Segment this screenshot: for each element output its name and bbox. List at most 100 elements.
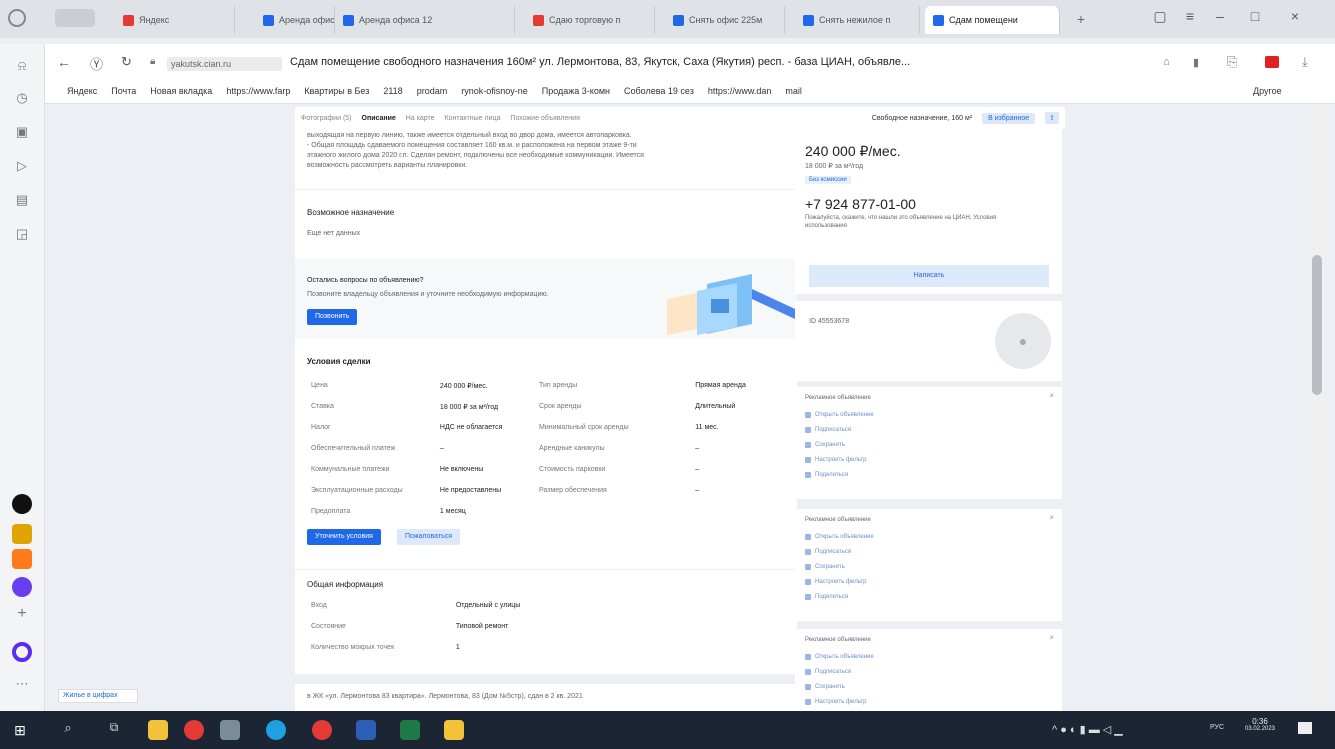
browser-tab[interactable]: Снять нежилое п (795, 6, 920, 34)
more-icon[interactable]: ⋯ (12, 674, 32, 694)
ad-menu-item[interactable]: Настроить фильтр (805, 576, 1052, 588)
yandex-browser-icon[interactable] (184, 720, 204, 740)
clock[interactable]: 0:36 03.02.2023 (1240, 717, 1280, 732)
data-badge[interactable]: Жилье в цифрах (58, 689, 138, 703)
call-button[interactable]: Позвонить (307, 309, 358, 325)
search-icon[interactable]: ⌕ (58, 720, 78, 740)
ad-menu-item[interactable]: Открыть объявление (805, 531, 1052, 543)
subnav-item[interactable]: Контактные лица (445, 115, 501, 122)
download-icon[interactable]: ⤓ (1302, 54, 1308, 70)
alice-icon[interactable] (12, 577, 32, 597)
app-icon[interactable] (220, 720, 240, 740)
bookmark-page-icon[interactable]: ▮ (1193, 56, 1199, 69)
translate-icon[interactable]: ⌂ (1163, 56, 1170, 68)
lock-icon[interactable]: 🔒︎ (150, 56, 155, 67)
close-icon[interactable]: × (1049, 391, 1054, 400)
notes-icon[interactable]: ▤ (12, 190, 32, 210)
ad-menu-item[interactable]: Подписаться (805, 666, 1052, 678)
subnav-item[interactable]: На карте (406, 115, 435, 122)
ad-menu-item[interactable]: Поделиться (805, 469, 1052, 481)
tab-counter[interactable] (55, 9, 95, 27)
bookmark-item[interactable]: Соболева 19 сез (624, 86, 694, 100)
explorer-icon[interactable] (148, 720, 168, 740)
ad-menu-item[interactable]: Сохранить (805, 439, 1052, 451)
ad-menu-item[interactable]: Подписаться (805, 546, 1052, 558)
bookmarks-icon[interactable]: ▣ (12, 122, 32, 142)
bookmark-item[interactable]: 2118 (383, 86, 402, 100)
bookmark-item[interactable]: https://www.farp (226, 86, 290, 100)
history-icon[interactable]: ◷ (12, 88, 32, 108)
extension-icon[interactable] (1265, 56, 1279, 68)
phone-number[interactable]: +7 924 877-01-00 (805, 196, 1052, 212)
ad-menu-item[interactable]: Подписаться (805, 424, 1052, 436)
scrollbar-thumb[interactable] (1312, 255, 1322, 395)
reload-icon[interactable]: ↻ (121, 54, 132, 70)
excel-icon[interactable] (400, 720, 420, 740)
ad-menu-item[interactable]: Открыть объявление (805, 409, 1052, 421)
close-icon[interactable]: × (1049, 633, 1054, 642)
close-icon[interactable]: × (1285, 8, 1305, 24)
task-view-icon[interactable]: ⧉ (104, 720, 124, 740)
favorite-button[interactable]: В избранное (982, 112, 1036, 124)
close-icon[interactable]: × (1049, 513, 1054, 522)
play-icon[interactable]: ▷ (12, 156, 32, 176)
app-icon-1[interactable] (12, 494, 32, 514)
other-bookmarks[interactable]: Другое (1253, 86, 1282, 96)
building-link[interactable]: в ЖК «ул. Лермонтова 83 квартира». Лермо… (307, 692, 785, 702)
opera-icon[interactable] (312, 720, 332, 740)
notifications-icon[interactable]: ⍾ (12, 56, 32, 76)
browser-tab[interactable]: Аренда офиса 4б (255, 6, 335, 34)
share-icon[interactable]: ⇪ (1045, 112, 1059, 124)
ad-menu-item[interactable]: Сохранить (805, 681, 1052, 693)
download-manager-icon[interactable]: ⎘ (1227, 54, 1237, 70)
bookmark-item[interactable]: Продажа 3-комн (542, 86, 610, 100)
maximize-icon[interactable]: □ (1245, 8, 1265, 24)
messenger-icon[interactable] (12, 642, 32, 662)
word-icon[interactable] (356, 720, 376, 740)
collections-icon[interactable]: ▢ (1150, 8, 1170, 25)
screenshot-icon[interactable]: ◲ (12, 224, 32, 244)
new-tab-button[interactable]: + (1073, 11, 1089, 27)
notifications-icon[interactable] (1298, 722, 1312, 734)
back-icon[interactable]: ← (57, 54, 71, 70)
files-icon[interactable] (444, 720, 464, 740)
bookmark-item[interactable]: Почта (111, 86, 136, 100)
write-button[interactable]: Написать (809, 265, 1049, 287)
clarify-terms-button[interactable]: Уточнить условия (307, 529, 381, 545)
browser-tab[interactable]: Сдаю торговую п (525, 6, 655, 34)
bookmark-item[interactable]: mail (785, 86, 802, 100)
minimize-icon[interactable]: – (1210, 8, 1230, 24)
bookmark-item[interactable]: Яндекс (67, 86, 97, 100)
bookmark-item[interactable]: Квартиры в Без (304, 86, 369, 100)
bookmark-item[interactable]: prodam (417, 86, 448, 100)
add-panel-icon[interactable]: + (12, 604, 32, 624)
ad-menu-item[interactable]: Открыть объявление (805, 651, 1052, 663)
ad-menu-item[interactable]: Поделиться (805, 591, 1052, 603)
domain-chip[interactable]: yakutsk.cian.ru (167, 57, 282, 71)
ad-menu-item[interactable]: Настроить фильтр (805, 454, 1052, 466)
scrollbar[interactable] (1310, 104, 1324, 711)
ad-menu-item[interactable]: Настроить фильтр (805, 696, 1052, 708)
page-title[interactable]: Сдам помещение свободного назначения 160… (290, 56, 1090, 68)
browser-tab[interactable]: Снять офис 225м (665, 6, 785, 34)
lang-indicator[interactable]: РУС (1210, 724, 1224, 731)
browser-tab[interactable]: Сдам помещени (925, 6, 1060, 34)
menu-icon[interactable]: ≡ (1180, 8, 1200, 24)
yandex-icon[interactable]: Ⓨ (90, 54, 103, 73)
bookmark-item[interactable]: rynok-ofisnoy-ne (461, 86, 528, 100)
edge-icon[interactable] (266, 720, 286, 740)
app-icon-2[interactable] (12, 524, 32, 544)
browser-tab[interactable]: Яндекс (115, 6, 235, 34)
complain-button[interactable]: Пожаловаться (397, 529, 461, 545)
tray-icons[interactable]: ^ ● ◐ ▮ ▬ ◁ ▁ (1052, 723, 1123, 736)
subnav-item[interactable]: Похожие объявления (510, 115, 579, 122)
subnav-item[interactable]: Фотографии (5) (301, 115, 352, 122)
bookmark-item[interactable]: Новая вкладка (150, 86, 212, 100)
app-icon-3[interactable] (12, 549, 32, 569)
profile-icon[interactable] (8, 9, 26, 27)
bookmark-item[interactable]: https://www.dan (708, 86, 772, 100)
browser-tab[interactable]: Аренда офиса 12 (335, 6, 515, 34)
ad-menu-item[interactable]: Сохранить (805, 561, 1052, 573)
start-icon[interactable]: ⊞ (10, 720, 30, 740)
subnav-item[interactable]: Описание (362, 115, 396, 122)
